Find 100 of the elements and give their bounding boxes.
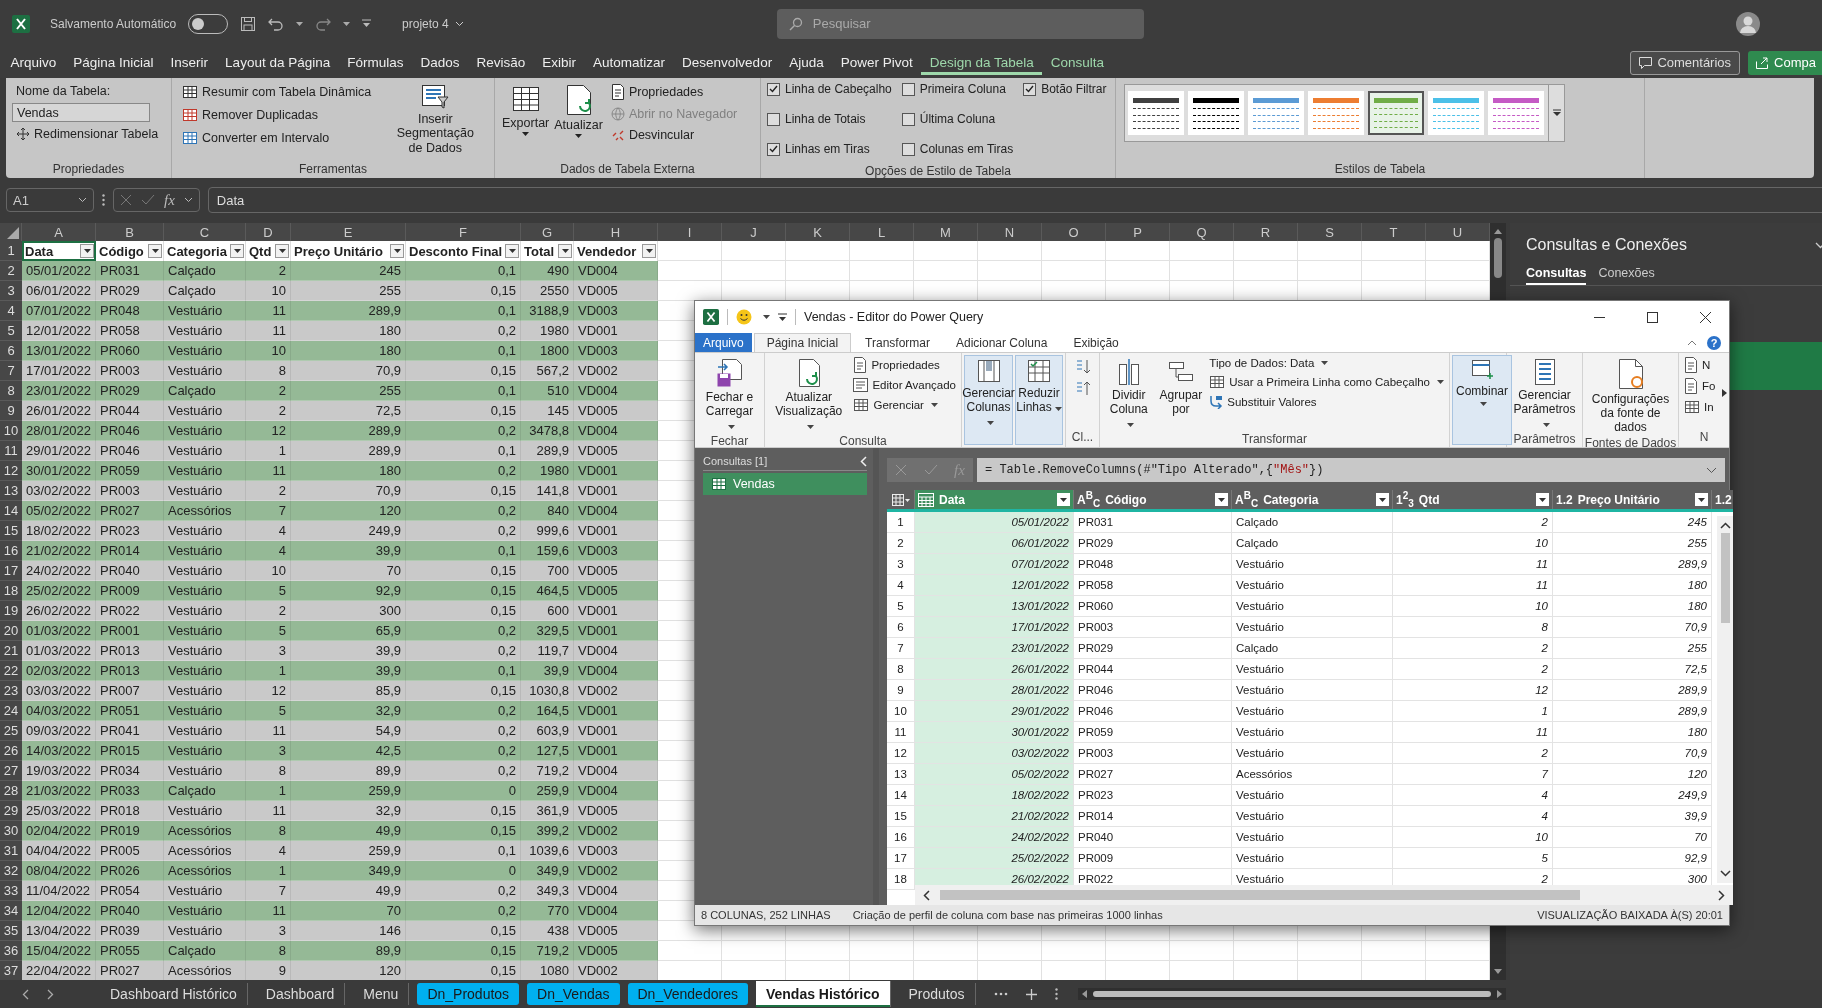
sheet-tab[interactable]: Dn_Vendedores [627,983,748,1005]
scroll-up-icon[interactable] [1719,522,1731,529]
export-button[interactable]: Exportar [501,82,551,139]
formula-field[interactable]: Data [207,187,1822,213]
table-style-swatch[interactable] [1248,91,1304,135]
previous-sheet-icon[interactable] [22,988,29,1000]
ribbon-tab[interactable]: Revisão [468,50,534,75]
manage-parameters-button[interactable]: Gerenciar Parâmetros [1510,356,1579,433]
horizontal-scrollbar[interactable] [1077,988,1506,1000]
ribbon-tab[interactable]: Página Inicial [753,333,852,352]
filter-button[interactable] [1215,493,1228,506]
sheet-tab[interactable]: Produtos [898,983,976,1005]
resize-table-button[interactable]: Redimensionar Tabela [12,125,163,143]
table-style-swatch[interactable] [1488,91,1544,135]
ribbon-tab[interactable]: Arquivo [695,333,752,352]
ribbon-button[interactable]: Propriedades [606,82,742,102]
checkbox[interactable] [1023,82,1037,96]
ribbon-button[interactable]: Gerenciar [851,396,940,414]
ribbon-tab[interactable]: Dados [411,50,468,75]
scroll-thumb[interactable] [1092,991,1491,997]
group-by-button[interactable]: Agrupar por [1156,356,1206,419]
enter-icon[interactable] [141,194,155,206]
refresh-preview-button[interactable]: Atualizar Visualização [768,356,850,435]
checkbox[interactable] [901,112,915,126]
filter-button[interactable] [1695,493,1708,506]
sort-ascending-icon[interactable] [1074,359,1091,375]
checkbox[interactable] [901,82,915,96]
ribbon-button[interactable]: N [1682,356,1713,374]
scroll-thumb[interactable] [1494,238,1502,278]
scroll-right-icon[interactable] [1496,990,1502,998]
close-and-load-button[interactable]: Fechar e Carregar [698,356,761,435]
manage-columns-button[interactable]: Gerenciar Colunas [964,355,1013,445]
split-column-button[interactable]: Dividir Coluna [1103,356,1155,433]
scroll-right-icon[interactable] [1718,889,1725,901]
table-style-swatch[interactable] [1188,91,1244,135]
collapse-icon[interactable] [860,455,867,467]
scroll-thumb[interactable] [940,890,1580,900]
ribbon-tab[interactable]: Exibir [533,50,585,75]
scroll-ribbon-icon[interactable] [1722,389,1727,397]
ribbon-tab[interactable]: Inserir [162,50,217,75]
checkbox[interactable] [901,142,915,156]
ribbon-button[interactable]: Tipo de Dados: Data [1207,356,1331,370]
more-options-icon[interactable] [102,194,105,206]
filter-button[interactable] [230,244,244,258]
filter-button[interactable] [1376,493,1389,506]
sheet-tab[interactable]: Dashboard Histórico [100,983,248,1005]
filter-button[interactable] [1057,493,1070,506]
ribbon-button[interactable]: Resumir com Tabela Dinâmica [178,82,376,102]
maximize-icon[interactable] [1647,311,1658,323]
reduce-rows-button[interactable]: Reduzir Linhas [1015,355,1063,445]
insert-function-button[interactable]: fx [164,191,175,209]
filter-button[interactable] [275,244,289,258]
search-field[interactable]: Pesquisar [776,8,1144,39]
comments-button[interactable]: Comentários [1630,50,1741,75]
table-style-swatch[interactable] [1308,91,1364,135]
scroll-up-icon[interactable] [1494,229,1502,234]
chevron-down-icon[interactable] [1815,241,1822,249]
ribbon-button[interactable]: Editor Avançado [851,377,958,393]
customize-toolbar-icon[interactable] [362,19,372,28]
undo-icon[interactable] [268,16,285,31]
ribbon-button[interactable]: Remover Duplicadas [178,105,376,125]
ribbon-button[interactable]: Propriedades [851,356,942,374]
ribbon-button[interactable]: Substituir Valores [1207,394,1319,410]
sheet-tab[interactable]: Menu [353,983,410,1005]
filter-button[interactable] [80,244,94,258]
ribbon-tab[interactable]: Arquivo [2,50,65,75]
table-style-swatch[interactable] [1368,91,1424,135]
collapse-ribbon-icon[interactable] [1687,339,1697,346]
sort-descending-icon[interactable] [1074,381,1091,397]
ribbon-tab[interactable]: Transformar [853,333,942,352]
horizontal-scrollbar[interactable] [915,885,1733,905]
table-name-field[interactable]: Vendas [12,103,150,122]
filter-button[interactable] [148,244,162,258]
next-sheet-icon[interactable] [47,988,54,1000]
ribbon-tab[interactable]: Exibição [1061,333,1131,352]
checkbox[interactable] [767,142,780,156]
ribbon-tab[interactable]: Power Pivot [832,50,922,75]
redo-icon[interactable] [315,16,332,31]
scroll-down-icon[interactable] [1494,969,1502,974]
ribbon-button[interactable]: In [1682,398,1716,416]
vertical-scrollbar[interactable] [1717,516,1733,883]
ribbon-tab[interactable]: Ajuda [780,50,833,75]
ribbon-button[interactable]: Usar a Primeira Linha como Cabeçalho [1207,373,1446,391]
table-menu-icon[interactable] [891,493,910,506]
ribbon-tab[interactable]: Consulta [1042,50,1113,75]
sheet-tab[interactable]: Dn_Produtos [417,983,520,1005]
expand-icon[interactable] [1706,466,1717,474]
ribbon-tab[interactable]: Página Inicial [64,50,163,75]
scroll-down-icon[interactable] [1719,870,1731,877]
ribbon-tab[interactable]: Layout da Página [216,50,339,75]
table-style-swatch[interactable] [1428,91,1484,135]
filter-button[interactable] [505,244,519,258]
ribbon-tab[interactable]: Adicionar Coluna [944,333,1060,352]
select-all-icon[interactable] [7,227,19,239]
insert-slicer-button[interactable]: Inserir Segmentação de Dados [385,82,486,158]
ribbon-tab[interactable]: Automatizar [584,50,674,75]
sheet-tab[interactable]: Dn_Vendas [527,983,620,1005]
smiley-icon[interactable] [736,309,752,325]
customize-toolbar-icon[interactable] [778,312,787,322]
filter-button[interactable] [558,244,572,258]
